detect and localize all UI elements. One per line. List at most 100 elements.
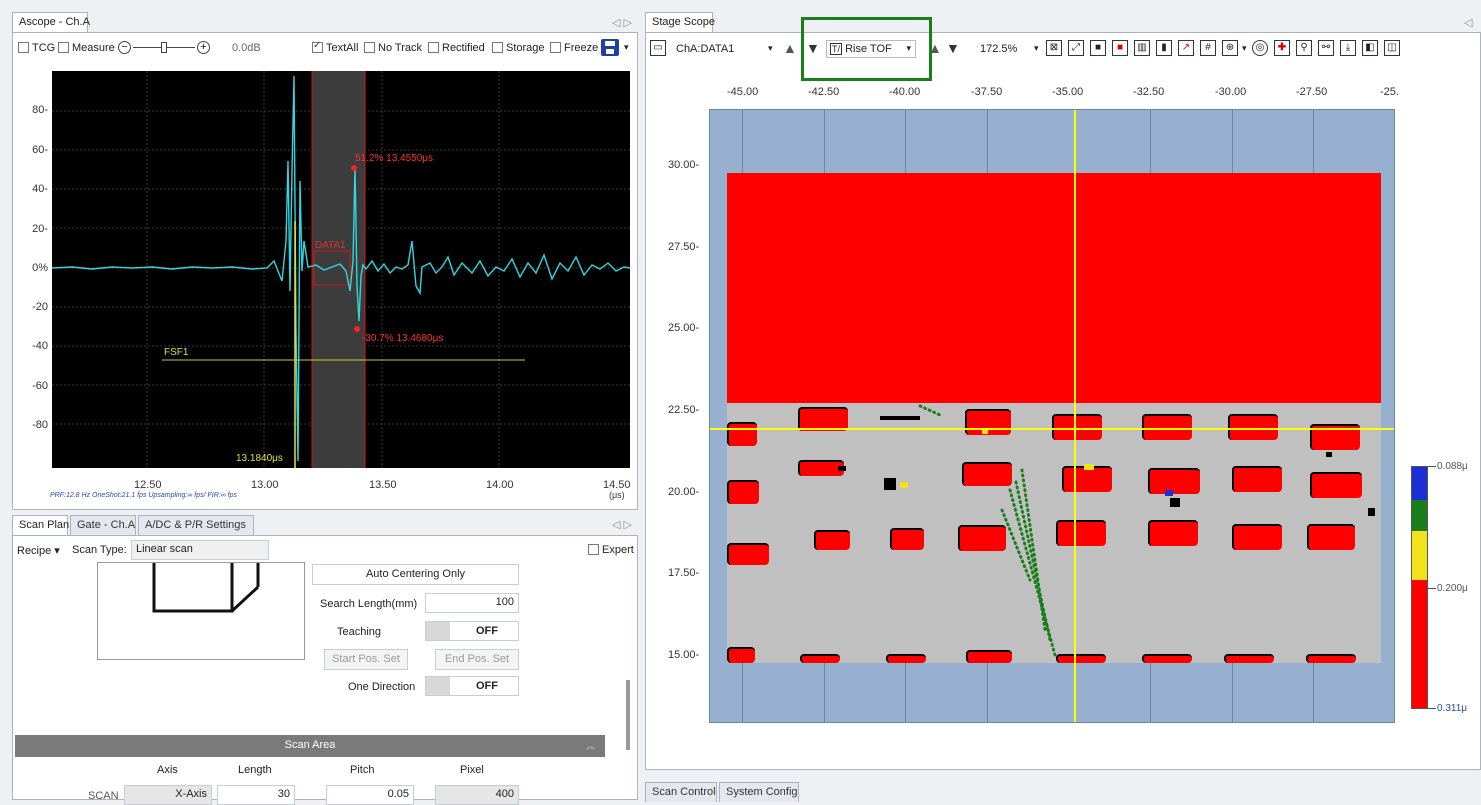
measure-checkbox[interactable]: Measure [58,42,115,54]
no-track-checkbox[interactable]: No Track [364,42,422,54]
panel-nav-arrows[interactable]: ◁ ▷ [612,518,632,531]
scan-type-field[interactable]: Linear scan [131,540,269,560]
status-line: PRF:12.8 Hz OneShot:21.1 fps Upsampling:… [50,492,238,499]
multi-probe-icon[interactable]: ⚯ [1318,40,1334,56]
ascope-y-axis: 80- 60- 40- 20- 0% -20 -40 -60 -80 [14,66,50,470]
contrast-icon[interactable]: ◧ [1362,40,1378,56]
start-pos-set-button[interactable]: Start Pos. Set [324,649,408,670]
color-frame-icon[interactable]: ■ [1112,40,1128,56]
x-tick: -25. [1380,86,1399,98]
tab-scan-control[interactable]: Scan Control [645,782,717,802]
tab-system-config[interactable]: System Config [719,782,799,802]
expert-checkbox[interactable]: Expert [588,544,634,556]
tab-scan-plan[interactable]: Scan Plan [12,515,69,535]
legend-top-value: 0.088μ [1437,461,1468,472]
target-icon[interactable]: ◎ [1252,40,1268,56]
row-scan-name: SCAN [88,790,119,802]
scan-type-label: Scan Type: [72,544,127,556]
x-tick: -45.00 [727,86,759,98]
y-tick: 0% [32,262,48,274]
search-length-input[interactable]: 100 [425,593,519,613]
scan-diagram [97,562,305,660]
panel-nav-arrows[interactable]: ◁ ▷ [612,16,632,29]
auto-centering-button[interactable]: Auto Centering Only [312,564,519,585]
col-axis: Axis [157,764,178,776]
tab-adc-settings[interactable]: A/DC & P/R Settings [138,515,254,535]
zoom-region-icon[interactable]: ⊕ [1222,40,1238,56]
y-tick: -60 [32,380,48,392]
channel-select[interactable]: ChA:DATA1 [676,43,734,55]
teaching-label: Teaching [337,626,382,638]
row-scan-pixel[interactable]: 400 [435,785,519,805]
x-tick: -27.50 [1296,86,1328,98]
green-scatter [838,404,1375,657]
tab-stage-scope[interactable]: Stage Scope [645,12,715,32]
end-pos-set-button[interactable]: End Pos. Set [435,649,519,670]
export-icon[interactable]: ⤓ [1340,40,1356,56]
save-icon[interactable] [601,39,619,56]
histogram-icon[interactable]: ▮ [1156,40,1172,56]
ruler-icon[interactable]: ▥ [1134,40,1150,56]
zoom-level[interactable]: 172.5% [980,43,1017,55]
y-tick: 30.00- [668,159,700,171]
slider-thumb[interactable] [161,42,167,53]
collapse-icon[interactable]: ︽ [586,739,595,752]
crosshair-icon[interactable]: ✚ [1274,40,1290,56]
scan-area-header[interactable]: Scan Area ︽ [15,735,605,757]
y-tick: 15.00- [668,649,700,661]
fsf-label: FSF1 [164,347,189,358]
region-dropdown-icon[interactable]: ▾ [1242,43,1247,54]
textall-checkbox[interactable]: TextAll [312,40,358,54]
row-scan-axis[interactable]: X-Axis [124,785,212,805]
up-arrow-icon[interactable]: ▲ [783,40,797,56]
y-tick: 17.50- [668,567,700,579]
x-tick: 13.00 [251,479,279,491]
rectified-checkbox[interactable]: Rectified [428,42,485,54]
scrollbar[interactable] [626,680,630,750]
storage-checkbox[interactable]: Storage [492,42,545,54]
x-tick: -42.50 [808,86,840,98]
plus-icon[interactable]: + [197,41,210,54]
row-scan-length[interactable]: 30 [217,785,295,805]
tcg-checkbox[interactable]: TCG [18,42,55,54]
gain-slider[interactable]: − + [118,41,212,55]
x-tick: -40.00 [889,86,921,98]
one-direction-toggle[interactable]: OFF [425,676,519,696]
x-tick: -30.00 [1215,86,1247,98]
cscan-image[interactable] [709,109,1395,723]
expand-icon[interactable]: ⤢ [1068,40,1084,56]
probe-icon[interactable]: ⚲ [1296,40,1312,56]
tab-ascope[interactable]: Ascope - Ch.A [12,12,90,32]
chart-icon[interactable]: ↗ [1178,40,1194,56]
channel-dropdown-icon[interactable]: ▾ [768,43,773,54]
crosshair-vertical[interactable] [1074,110,1076,722]
down-arrow-icon[interactable]: ▼ [946,40,960,56]
recipe-dropdown[interactable]: Recipe ▾ [17,544,60,557]
search-length-label: Search Length(mm) [320,598,418,610]
frame-icon[interactable]: ■ [1090,40,1106,56]
y-tick: -40 [32,340,48,352]
y-tick: 22.50- [668,404,700,416]
crosshair-horizontal[interactable] [710,428,1394,430]
folder-icon[interactable]: ▭ [650,40,666,56]
color-legend-bar [1411,466,1428,709]
fit-icon[interactable]: ⊠ [1046,40,1062,56]
grid-icon[interactable]: # [1200,40,1216,56]
panel-nav-arrows[interactable]: ◁ [1464,16,1472,29]
x-tick: 14.00 [486,479,514,491]
up-arrow-icon[interactable]: ▲ [928,40,942,56]
y-tick: 20.00- [668,486,700,498]
row-scan-pitch[interactable]: 0.05 [326,785,414,805]
zoom-dropdown-icon[interactable]: ▾ [1034,43,1039,54]
teaching-toggle[interactable]: OFF [425,621,519,641]
cursor-time-label: 13.1840μs [236,453,283,464]
save-dropdown-icon[interactable]: ▾ [624,42,629,53]
minus-icon[interactable]: − [118,41,131,54]
one-direction-label: One Direction [348,681,416,693]
ascope-waveform-plot[interactable]: 51.2% 13.4550μs -30.7% 13.4680μs DATA1 F… [52,71,630,468]
split-icon[interactable]: ◫ [1384,40,1400,56]
peak-bottom-label: -30.7% 13.4680μs [362,333,443,344]
y-tick: 20- [32,223,48,235]
tab-gate[interactable]: Gate - Ch.A [70,515,136,535]
freeze-checkbox[interactable]: Freeze [550,42,598,54]
